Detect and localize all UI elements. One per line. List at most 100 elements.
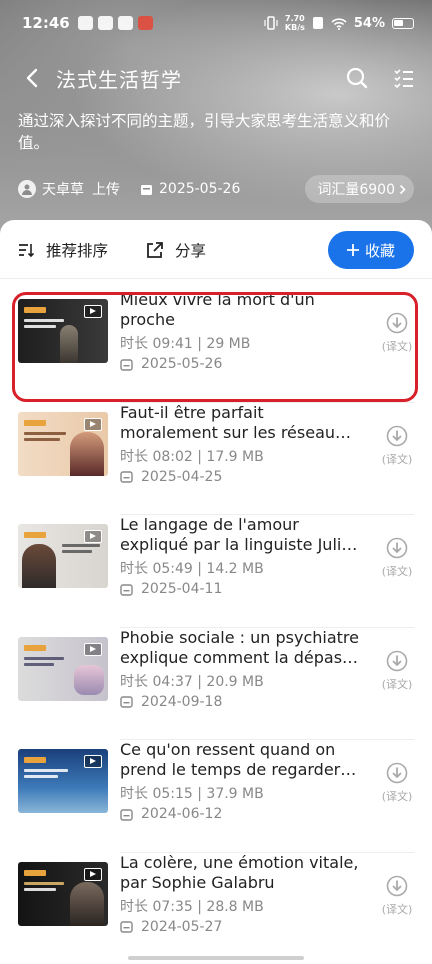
list-item[interactable]: Faut-il être parfait moralement sur les r… xyxy=(0,402,432,515)
video-info: 时长 08:02 | 17.9 MB xyxy=(120,448,264,465)
collection-meta: 天卓草 上传 2025-05-26 词汇量6900 xyxy=(18,175,414,203)
calendar-icon xyxy=(120,471,133,483)
video-title: Phobie sociale : un psychiatre explique c… xyxy=(120,627,360,667)
calendar-icon xyxy=(120,808,133,821)
search-icon[interactable] xyxy=(346,67,368,89)
download-button[interactable]: (译文) xyxy=(382,650,412,692)
play-icon xyxy=(84,305,102,318)
avatar xyxy=(18,180,36,198)
calendar-icon xyxy=(120,358,133,371)
download-icon xyxy=(386,312,408,334)
play-icon xyxy=(84,642,102,656)
video-thumbnail xyxy=(18,636,108,701)
video-list: Mieux vivre la mort d'un proche 时长 09:41 … xyxy=(0,290,432,964)
video-date: 2024-05-27 xyxy=(120,919,222,935)
video-title: Faut-il être parfait moralement sur les r… xyxy=(120,402,360,442)
uploaded-label: 上传 xyxy=(92,182,120,198)
list-item[interactable]: Ce qu'on ressent quand on prend le temps … xyxy=(0,740,432,853)
list-item[interactable]: Mieux vivre la mort d'un proche 时长 09:41 … xyxy=(0,290,432,403)
video-date: 2025-04-25 xyxy=(120,469,222,485)
vocab-button[interactable]: 词汇量6900 xyxy=(305,175,414,203)
video-info: 时长 05:49 | 14.2 MB xyxy=(120,561,264,577)
vibrate-icon xyxy=(264,16,278,30)
uploader-name: 天卓草 xyxy=(42,182,84,198)
play-icon xyxy=(84,417,102,431)
share-button[interactable]: 分享 xyxy=(146,239,206,261)
status-bar: 12:46 7.70 KB/s 54% xyxy=(22,12,414,34)
checklist-icon[interactable] xyxy=(394,68,414,88)
download-button[interactable]: (译文) xyxy=(382,762,412,804)
play-icon xyxy=(84,867,102,881)
video-date: 2024-06-12 xyxy=(120,806,222,822)
chevron-right-icon xyxy=(399,184,406,194)
header-banner: 12:46 7.70 KB/s 54% 法式生活哲学 通过深入探讨不同的主题，引导… xyxy=(0,0,432,236)
video-info: 时长 09:41 | 29 MB xyxy=(120,336,251,352)
play-icon xyxy=(84,755,102,768)
video-thumbnail xyxy=(18,411,108,476)
download-icon xyxy=(386,425,408,446)
download-icon xyxy=(386,875,408,896)
divider xyxy=(0,278,432,279)
plus-icon xyxy=(346,244,359,256)
download-label: (译文) xyxy=(381,790,413,803)
calendar-icon xyxy=(141,184,152,195)
list-item[interactable]: Phobie sociale : un psychiatre explique c… xyxy=(0,627,432,740)
download-icon xyxy=(386,537,408,559)
sort-icon xyxy=(19,244,34,258)
user-icon xyxy=(22,184,32,195)
video-list-sheet: 推荐排序 分享 收藏 Mieux vivre la mort d'un proch… xyxy=(0,220,432,964)
video-info: 时长 07:35 | 28.8 MB xyxy=(120,898,264,915)
collection-description: 通过深入探讨不同的主题，引导大家思考生活意义和价值。 xyxy=(18,112,391,152)
download-icon xyxy=(386,762,408,784)
download-button[interactable]: (译文) xyxy=(382,537,412,579)
video-title: Ce qu'on ressent quand on prend le temps … xyxy=(120,740,360,779)
video-title: Le langage de l'amour expliqué par la lin… xyxy=(120,515,358,554)
list-item[interactable]: La colère, une émotion vitale, par Sophie… xyxy=(0,853,432,964)
video-info: 时长 04:37 | 20.9 MB xyxy=(120,673,264,690)
share-icon xyxy=(147,241,163,258)
vocab-label: 词汇量6900 xyxy=(317,182,395,198)
download-label: (译文) xyxy=(381,677,413,691)
calendar-icon xyxy=(120,696,133,708)
net-speed: 7.70 KB/s xyxy=(284,14,305,32)
video-title: Mieux vivre la mort d'un proche xyxy=(120,290,315,329)
video-thumbnail xyxy=(18,299,108,363)
play-icon xyxy=(84,530,102,543)
download-button[interactable]: (译文) xyxy=(382,875,412,917)
sort-label: 推荐排序 xyxy=(46,242,109,260)
download-label: (译文) xyxy=(381,902,413,916)
collection-date: 2025-05-26 xyxy=(159,181,241,197)
favorite-label: 收藏 xyxy=(364,241,395,260)
back-button[interactable] xyxy=(18,64,46,92)
home-indicator[interactable] xyxy=(128,956,304,960)
calendar-icon xyxy=(120,921,133,933)
download-label: (译文) xyxy=(381,452,413,466)
wifi-icon xyxy=(331,17,347,30)
sort-button[interactable]: 推荐排序 xyxy=(18,239,108,261)
video-thumbnail xyxy=(18,861,108,926)
list-item[interactable]: Le langage de l'amour expliqué par la lin… xyxy=(0,515,432,628)
sim-icon xyxy=(312,17,323,29)
list-toolbar: 推荐排序 分享 收藏 xyxy=(18,230,414,270)
chevron-left-icon xyxy=(26,68,38,88)
status-time: 12:46 xyxy=(22,14,70,32)
video-title: La colère, une émotion vitale, par Sophie… xyxy=(120,852,359,892)
share-label: 分享 xyxy=(175,242,207,260)
video-date: 2025-04-11 xyxy=(120,581,222,597)
video-date: 2024-09-18 xyxy=(120,694,222,710)
download-label: (译文) xyxy=(381,340,413,353)
notification-icons xyxy=(77,16,153,30)
video-info: 时长 05:15 | 37.9 MB xyxy=(120,786,264,802)
download-label: (译文) xyxy=(381,565,413,578)
download-icon xyxy=(386,650,408,671)
video-date: 2025-05-26 xyxy=(120,356,222,372)
video-thumbnail xyxy=(18,524,108,588)
page-title: 法式生活哲学 xyxy=(56,67,182,92)
battery-icon xyxy=(392,17,414,29)
download-button[interactable]: (译文) xyxy=(382,425,412,467)
favorite-button[interactable]: 收藏 xyxy=(328,231,414,269)
battery-percent: 54% xyxy=(353,15,385,31)
download-button[interactable]: (译文) xyxy=(382,312,412,354)
video-thumbnail xyxy=(18,749,108,813)
top-bar: 法式生活哲学 xyxy=(18,60,414,96)
